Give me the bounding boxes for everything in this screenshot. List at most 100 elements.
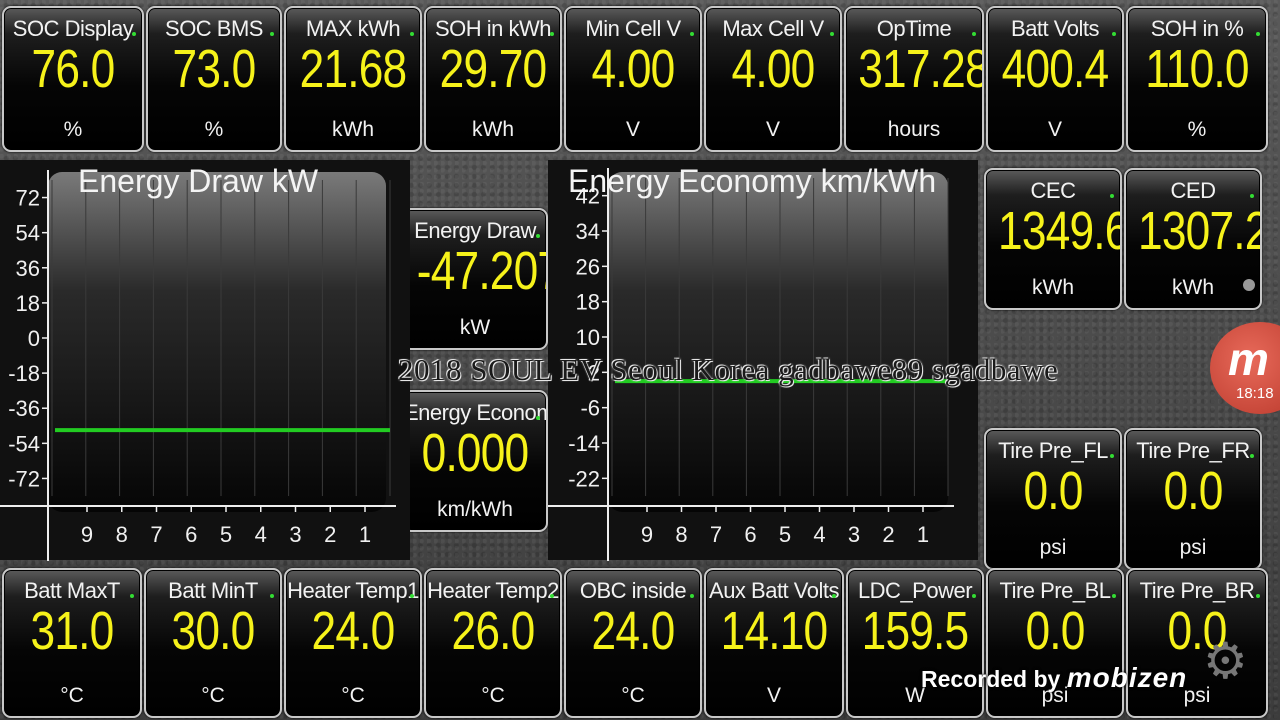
gauge-unit: %: [63, 118, 83, 141]
status-dot-icon: [550, 32, 554, 36]
gauge-value: 14.10: [720, 601, 829, 661]
chart-y-tick-label: 72: [16, 186, 40, 211]
gauge-bottom-3[interactable]: Heater Temp2 26.0 °C: [424, 568, 562, 718]
chart-y-tick-label: -14: [568, 431, 600, 456]
status-dot-icon: [832, 594, 836, 598]
status-dot-icon: [410, 594, 414, 598]
chart-x-tick-label: 1: [359, 522, 371, 547]
energy-draw-chart[interactable]: 725436180-18-36-54-729 8 7 6 5 4 3 2 1Energy Dra…: [0, 160, 410, 561]
gauge-top-2[interactable]: MAX kWh 21.68 kWh: [284, 6, 422, 152]
gauge-center-1[interactable]: Energy Economy0.000km/kWh: [402, 390, 548, 532]
gauge-unit: °C: [621, 684, 645, 707]
chart-y-tick-label: 26: [576, 254, 600, 279]
mobizen-recorder-button[interactable]: m 18:18: [1210, 322, 1280, 414]
gauge-top-1[interactable]: SOC BMS 73.0%: [146, 6, 282, 152]
gauge-right-2[interactable]: Tire Pre_FL 0.0 psi: [984, 428, 1122, 570]
gauge-right-0[interactable]: CEC 1349.6 kWh: [984, 168, 1122, 310]
chart-x-tick-label: 6: [744, 522, 756, 547]
chart-x-tick-label: 4: [813, 522, 825, 547]
gauge-unit: kWh: [332, 118, 374, 141]
status-dot-icon: [690, 32, 694, 36]
gauge-unit: V: [765, 118, 780, 141]
gauge-value: 21.68: [299, 39, 408, 99]
chart-y-tick-label: -22: [568, 466, 600, 491]
chart-x-tick-label: 5: [779, 522, 791, 547]
gauge-unit: °C: [201, 684, 225, 707]
chart-y-tick-label: 0: [28, 326, 40, 351]
gauge-unit: kWh: [1032, 276, 1074, 299]
chart-y-tick-label: -6: [580, 396, 600, 421]
chart-x-tick-label: 3: [848, 522, 860, 547]
gauge-top-7[interactable]: Batt Volts 400.4 V: [986, 6, 1124, 152]
chart-y-tick-label: -54: [8, 431, 40, 456]
gauge-value: 317.28: [858, 39, 984, 99]
chart-x-tick-label: 7: [150, 522, 162, 547]
chart-x-tick-label: 9: [641, 522, 653, 547]
gauge-unit: kW: [459, 316, 491, 339]
status-dot-icon: [536, 234, 540, 238]
gauge-bottom-6[interactable]: LDC_Power 159.5 W: [846, 568, 984, 718]
chart-y-tick-label: 10: [576, 325, 600, 350]
gauge-unit: %: [1187, 118, 1207, 141]
gauge-unit: kWh: [472, 118, 514, 141]
status-dot-icon: [410, 32, 414, 36]
chart-x-tick-label: 7: [710, 522, 722, 547]
status-dot-icon: [270, 32, 274, 36]
chart-y-tick-label: -18: [8, 361, 40, 386]
gauge-unit: °C: [481, 684, 505, 707]
chart-panel: [48, 172, 386, 512]
menu-dot-icon[interactable]: [1243, 279, 1255, 291]
chart-y-tick-label: -36: [8, 396, 40, 421]
chart-y-tick-label: 36: [16, 256, 40, 281]
gauge-bottom-5[interactable]: Aux Batt Volts 14.10 V: [704, 568, 844, 718]
gauge-bottom-7[interactable]: Tire Pre_BL 0.0 psi: [986, 568, 1124, 718]
gauge-value: 0.0: [1163, 461, 1223, 521]
chart-x-tick-label: 3: [289, 522, 301, 547]
gauge-bottom-4[interactable]: OBC inside 24.0 °C: [564, 568, 702, 718]
gauge-value: 0.0: [1025, 601, 1085, 661]
chart-x-tick-label: 1: [917, 522, 929, 547]
gauge-top-5[interactable]: Max Cell V 4.00 V: [704, 6, 842, 152]
status-dot-icon: [1112, 594, 1116, 598]
status-dot-icon: [830, 32, 834, 36]
gauge-value: 73.0: [172, 39, 257, 99]
chart-x-tick-label: 8: [675, 522, 687, 547]
gauge-top-6[interactable]: OpTime 317.28 hours: [844, 6, 984, 152]
gear-icon: ⚙: [1203, 633, 1248, 689]
gauge-value: 26.0: [451, 601, 536, 661]
gauge-top-3[interactable]: SOH in kWh 29.70 kWh: [424, 6, 562, 152]
gauge-value: 31.0: [30, 601, 115, 661]
chart-panel: [608, 172, 948, 512]
chart-y-tick-label: -72: [8, 466, 40, 491]
chart-x-tick-label: 6: [185, 522, 197, 547]
gauge-value: 24.0: [591, 601, 676, 661]
video-watermark-text: 2018 SOUL EV Seoul Korea gadbawe89 sgadb…: [398, 352, 1059, 387]
gauge-top-4[interactable]: Min Cell V 4.00 V: [564, 6, 702, 152]
chart-x-tick-label: 9: [81, 522, 93, 547]
gauge-value: 159.5: [861, 601, 970, 661]
mobizen-logo-icon: m: [1228, 333, 1269, 385]
gauge-value: 30.0: [171, 601, 256, 661]
gauge-value: 29.70: [439, 39, 548, 99]
chart-y-tick-label: 54: [16, 221, 40, 246]
gauge-unit: hours: [887, 118, 941, 141]
chart-x-tick-label: 2: [882, 522, 894, 547]
chart-title: Energy Economy km/kWh: [568, 163, 936, 199]
gauge-bottom-2[interactable]: Heater Temp1 24.0 °C: [284, 568, 422, 718]
gauge-center-0[interactable]: Energy Draw -47.207 kW: [402, 208, 548, 350]
gauge-value: 4.00: [591, 39, 676, 99]
gauge-value: 400.4: [1001, 39, 1110, 99]
gauge-unit: km/kWh: [437, 498, 513, 521]
gauge-bottom-0[interactable]: Batt MaxT 31.0 °C: [2, 568, 142, 718]
gauge-top-8[interactable]: SOH in % 110.0%: [1126, 6, 1268, 152]
status-dot-icon: [1110, 194, 1114, 198]
status-dot-icon: [1256, 32, 1260, 36]
gauge-top-0[interactable]: SOC Display 76.0%: [2, 6, 144, 152]
gauge-unit: °C: [341, 684, 365, 707]
gauge-bottom-1[interactable]: Batt MinT 30.0 °C: [144, 568, 282, 718]
gauge-unit: kWh: [1172, 276, 1214, 299]
gauge-right-1[interactable]: CED 1307.2 kWh: [1124, 168, 1262, 310]
gauge-right-3[interactable]: Tire Pre_FR 0.0 psi: [1124, 428, 1262, 570]
chart-y-tick-label: 18: [16, 291, 40, 316]
recorded-by-watermark: Recorded by mobizen: [921, 662, 1187, 694]
